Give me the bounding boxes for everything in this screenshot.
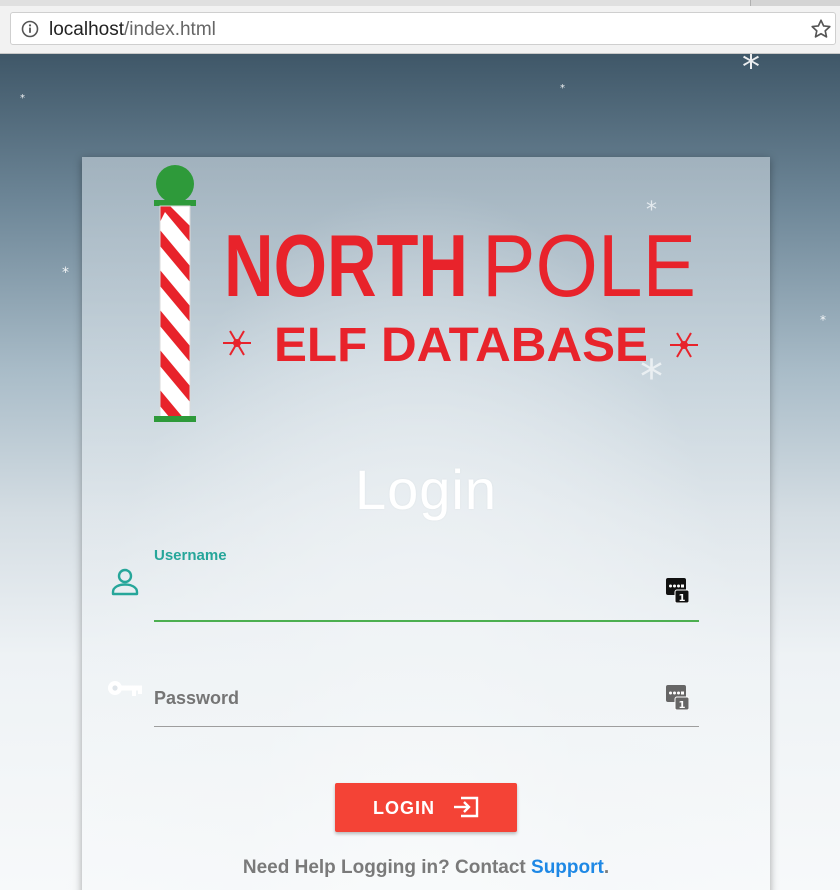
- login-button[interactable]: LOGIN: [335, 783, 517, 832]
- browser-toolbar: localhost/index.html: [0, 6, 840, 54]
- username-input[interactable]: [154, 580, 698, 614]
- logo-pole-text: POLE: [482, 216, 696, 315]
- svg-text:1: 1: [679, 593, 686, 603]
- snowflake-icon: *: [20, 93, 25, 104]
- pole-base: [154, 416, 196, 422]
- url-text[interactable]: localhost/index.html: [49, 20, 216, 40]
- logo-elf-database-text: ELF DATABASE: [274, 319, 648, 372]
- logo-north-text: NORTH: [224, 216, 468, 315]
- key-icon: [108, 681, 142, 696]
- password-input[interactable]: [154, 681, 698, 715]
- address-bar[interactable]: localhost/index.html: [10, 12, 836, 45]
- help-text: Need Help Logging in? Contact Support.: [82, 857, 770, 879]
- help-text-prefix: Need Help Logging in? Contact: [242, 857, 532, 878]
- password-manager-icon[interactable]: 1: [666, 685, 689, 710]
- svg-text:1: 1: [679, 700, 686, 710]
- bookmark-star-icon[interactable]: [810, 18, 832, 40]
- page-title: Login: [354, 458, 498, 521]
- snowflake-icon: [670, 332, 698, 358]
- login-arrow-icon: [454, 796, 479, 818]
- snowflake-icon: *: [820, 313, 826, 327]
- url-host: localhost: [49, 19, 124, 40]
- username-underline: [154, 620, 699, 622]
- password-underline: [154, 726, 699, 727]
- page-background: * * * * * * * NOR: [0, 54, 840, 890]
- snowflake-icon: [223, 330, 251, 356]
- url-path: /index.html: [124, 19, 216, 40]
- login-card: NORTH POLE ELF DATABASE Login Username 1…: [82, 157, 770, 890]
- support-link[interactable]: Support: [531, 857, 604, 878]
- snowflake-icon: *: [560, 83, 565, 94]
- username-label: Username: [154, 547, 227, 564]
- help-text-suffix: .: [603, 857, 610, 878]
- person-icon: [111, 568, 139, 596]
- password-manager-icon[interactable]: 1: [666, 578, 689, 603]
- pole-top-ball: [156, 165, 194, 203]
- snowflake-icon: *: [742, 54, 760, 88]
- info-icon[interactable]: [21, 20, 39, 38]
- snowflake-icon: *: [62, 265, 69, 281]
- north-pole-logo: NORTH POLE ELF DATABASE: [154, 165, 698, 422]
- login-button-label: LOGIN: [373, 798, 435, 818]
- pole-top-cap: [154, 200, 196, 206]
